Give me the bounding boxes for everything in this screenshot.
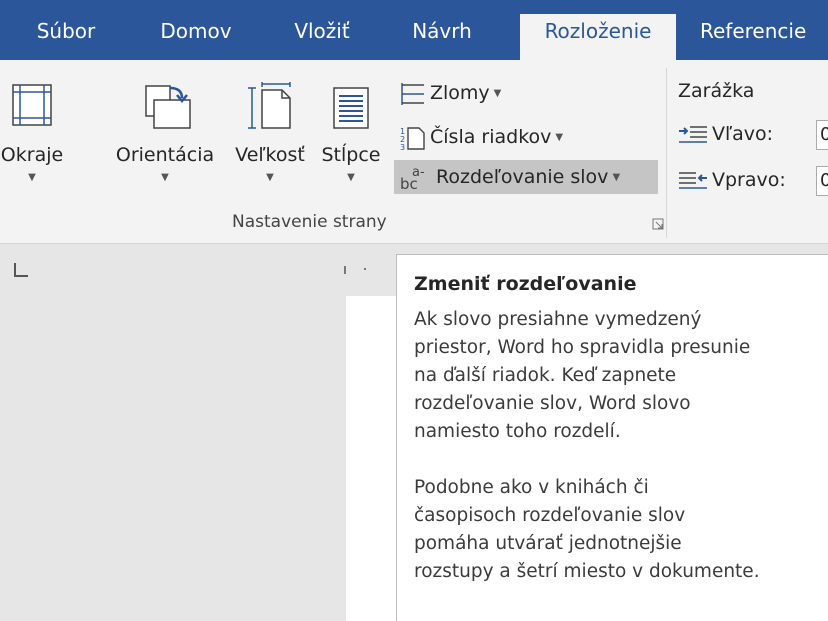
ruler-dot [364, 268, 366, 270]
ribbon-tab-bar: Súbor Domov Vložiť Návrh Rozloženie Refe… [0, 0, 828, 60]
line-numbers-label: Čísla riadkov [430, 126, 552, 148]
chevron-down-icon: ▼ [161, 172, 169, 183]
chevron-down-icon: ▼ [28, 172, 36, 183]
indent-label: Zarážka [678, 80, 755, 102]
tab-insert[interactable]: Vložiť [282, 14, 362, 60]
chevron-down-icon: ▼ [266, 172, 274, 183]
hyphenation-button[interactable]: a- bc Rozdeľovanie slov ▼ [394, 160, 658, 194]
tooltip-title: Zmeniť rozdeľovanie [414, 273, 637, 295]
tab-references[interactable]: Referencie [700, 14, 828, 60]
hyphenation-label: Rozdeľovanie slov [436, 166, 609, 188]
margins-label: Okraje [0, 144, 64, 166]
hyphenation-icon: a- bc [400, 165, 425, 192]
chevron-down-icon: ▼ [612, 171, 621, 183]
chevron-down-icon: ▼ [555, 131, 564, 143]
size-icon [248, 82, 291, 129]
svg-text:bc: bc [400, 175, 418, 192]
line-numbers-button[interactable]: 1 2 3 Čísla riadkov ▼ [400, 120, 563, 154]
indent-left-input[interactable]: 0 [816, 120, 828, 150]
columns-button[interactable]: Stĺpce ▼ [314, 72, 388, 190]
tab-file[interactable]: Súbor [24, 14, 108, 60]
orientation-label: Orientácia [115, 144, 215, 166]
dialog-launcher-icon[interactable] [652, 218, 664, 230]
size-label: Veľkosť [235, 144, 305, 166]
indent-left-icon [679, 125, 707, 143]
group-label-page-setup: Nastavenie strany [232, 212, 387, 232]
tab-home[interactable]: Domov [150, 14, 242, 60]
orientation-icon [145, 85, 191, 129]
indent-right-icon [679, 171, 707, 189]
tooltip-spacer [414, 446, 814, 474]
chevron-down-icon: ▼ [347, 172, 355, 183]
ruler-tick [344, 266, 346, 274]
orientation-button[interactable]: Orientácia ▼ [106, 72, 224, 190]
svg-text:3: 3 [400, 143, 405, 151]
tab-design[interactable]: Návrh [402, 14, 482, 60]
tooltip-paragraph: Ak slovo presiahne vymedzený priestor, W… [414, 309, 751, 442]
indent-left-row: Vľavo: [678, 118, 773, 150]
page-break-icon [401, 82, 424, 105]
margins-button[interactable]: Okraje ▼ [0, 72, 64, 190]
chevron-down-icon: ▼ [493, 87, 502, 99]
group-separator [666, 68, 667, 238]
tab-layout[interactable]: Rozloženie [520, 14, 676, 60]
columns-label: Stĺpce [321, 144, 381, 166]
tooltip-paragraph: Podobne ako v knihách či časopisoch rozd… [414, 477, 760, 582]
line-numbers-icon: 1 2 3 [400, 127, 425, 151]
hyphenation-tooltip: Zmeniť rozdeľovanie Ak slovo presiahne v… [396, 254, 828, 621]
size-button[interactable]: Veľkosť ▼ [228, 72, 312, 190]
breaks-label: Zlomy [430, 82, 490, 104]
indent-left-label: Vľavo: [712, 123, 774, 145]
margins-icon [12, 84, 52, 126]
indent-right-input[interactable]: 0 [816, 166, 828, 196]
tab-selector-icon[interactable] [14, 263, 28, 277]
columns-icon [333, 87, 369, 129]
breaks-button[interactable]: Zlomy ▼ [400, 76, 501, 110]
indent-right-label: Vpravo: [712, 169, 786, 191]
indent-right-row: Vpravo: [678, 164, 786, 196]
ribbon-layout: Okraje ▼ Orientácia ▼ Veľkosť ▼ Stĺpce ▼… [0, 60, 828, 244]
